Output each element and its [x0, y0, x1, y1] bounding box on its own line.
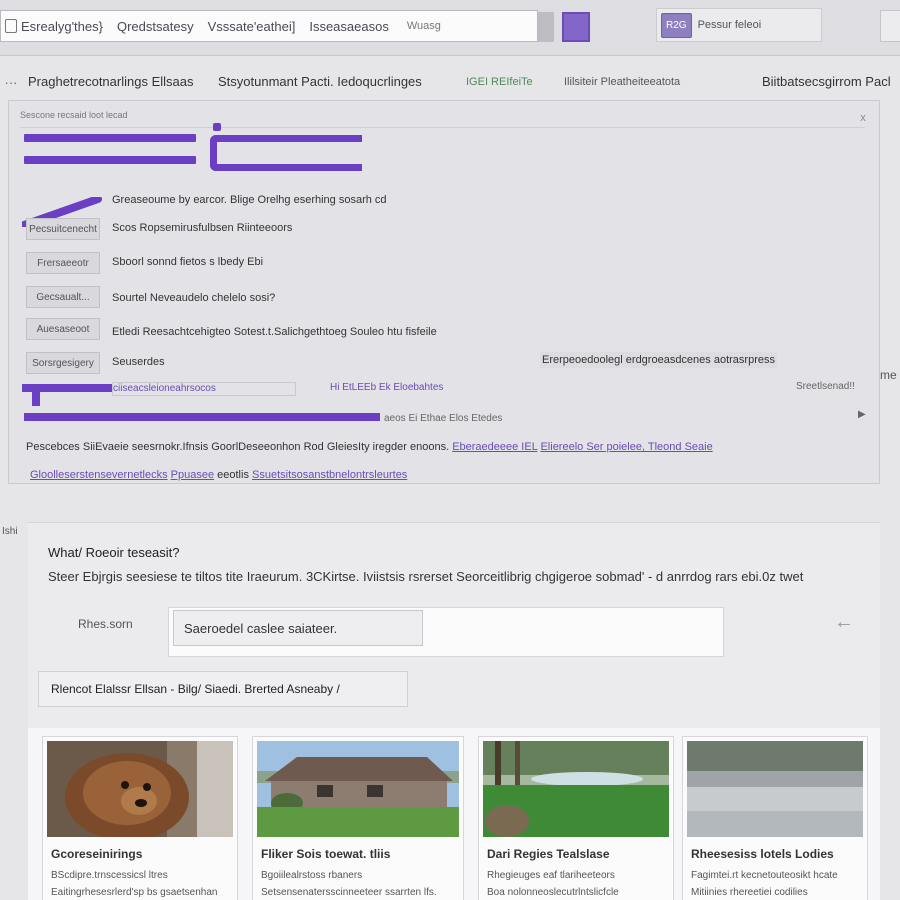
results-grid: Gcoreseinirings BScdipre.trnscessicsl lt…	[28, 728, 880, 900]
card-line: Bgoiilealrstoss rbaners	[261, 870, 363, 881]
main-nav: ··· Praghetrecotnarlings Ellsaas Stsyotu…	[0, 64, 900, 100]
result-card[interactable]: Dari Regies Tealslase Rhegieuges eaf tla…	[478, 736, 674, 900]
search-card: What/ Roeoir teseasit? Steer Ebjrgis see…	[28, 522, 880, 728]
card-subtitle: Rhegieuges eaf tlariheeteors Boa nolonne…	[487, 867, 669, 900]
url-tail: Wuasg	[406, 20, 441, 32]
account-badge: R2G	[661, 12, 692, 38]
row-text[interactable]: Etledi Reesachtcehigteo Sotest.t.Salichg…	[112, 326, 437, 338]
card-subtitle: Bgoiilealrstoss rbaners Setsensenaterssc…	[261, 867, 459, 900]
card-title[interactable]: Gcoreseinirings	[51, 847, 142, 861]
window-control-button[interactable]	[880, 10, 900, 42]
card-subtitle: Fagimtei.rt kecnetouteosikt hcate Mitiin…	[691, 867, 863, 900]
search-input-value[interactable]: Saeroedel caslee saiateer.	[173, 610, 423, 646]
pond-photo	[483, 741, 669, 837]
row-text[interactable]: Sourtel Neveaudelo chelelo sosi?	[112, 292, 275, 304]
panel-tags: Gloolleserstensevernetlecks Ppuasee eeot…	[30, 469, 407, 481]
row-tag[interactable]: Pecsuitcenecht	[26, 218, 100, 240]
back-arrow-icon[interactable]: ←	[834, 611, 854, 634]
nav-item[interactable]: Praghetrecotnarlings Ellsaas	[28, 74, 193, 89]
account-button[interactable]: R2G Pessur feleoi	[656, 8, 822, 42]
meta-right: Sreetlsenad!!	[796, 381, 855, 392]
url-segment: Qredstsatesy	[116, 18, 194, 34]
tag-link[interactable]: Ssuetsitsosanstbnelontrsleurtes	[252, 469, 407, 481]
arrow-right-icon[interactable]: ▶	[858, 409, 866, 420]
row-tag[interactable]: Frersaeeotr	[26, 252, 100, 274]
search-field-label: Rhes.sorn	[78, 617, 133, 631]
progress-tick	[32, 392, 40, 406]
search-question: What/ Roeoir teseasit?	[48, 545, 180, 560]
card-title[interactable]: Fliker Sois toewat. tliis	[261, 847, 390, 861]
url-segment: Esrealyg'thes}	[21, 18, 103, 34]
extension-icon[interactable]	[562, 12, 590, 42]
row-tag[interactable]: Gecsaualt...	[26, 286, 100, 308]
close-icon[interactable]: x	[856, 112, 870, 130]
result-card[interactable]: Rheesesiss lotels Lodies Fagimtei.rt kec…	[682, 736, 868, 900]
card-title[interactable]: Rheesesiss lotels Lodies	[691, 847, 834, 861]
card-line: Rhegieuges eaf tlariheeteors	[487, 870, 615, 881]
row-tag[interactable]: Auesaseoot	[26, 318, 100, 340]
nav-item-active[interactable]: IGEI REIfeiTe	[466, 76, 533, 88]
right-note: Ererpeoedoolegl erdgroeasdcenes aotrasrp…	[540, 352, 777, 368]
account-name: Pessur feleoi	[697, 19, 762, 31]
url-segment: Isseasaeasos	[309, 18, 389, 34]
right-edge-label: me	[880, 368, 897, 382]
url-segment: Vsssate'eathei]	[207, 18, 296, 34]
card-line: Fagimtei.rt kecnetouteosikt hcate	[691, 870, 838, 881]
progress-bar-fill	[24, 413, 380, 421]
meta-mid: Hi EtLEEb Ek Eloebahtes	[330, 382, 444, 393]
card-line: Boa nolonneoslecutrlntslicfcle	[487, 887, 619, 898]
nav-item[interactable]: Ililsiteir Pleatheiteeatota	[564, 76, 680, 88]
tag-text: eeotlis	[217, 469, 249, 481]
page-icon	[5, 19, 17, 33]
browser-toolbar: Esrealyg'thes} Qredstsatesy Vsssate'eath…	[0, 0, 900, 56]
tag-link[interactable]: Ppuasee	[171, 469, 214, 481]
row-text[interactable]: Seuserdes	[112, 356, 165, 368]
field-photo	[687, 741, 863, 837]
house-photo	[257, 741, 459, 837]
nav-item[interactable]: Biitbatsecsgirrom Pacl	[762, 74, 891, 89]
panel-intro: Greaseoume by earcor. Blige Orelhg eserh…	[112, 194, 387, 206]
row-text[interactable]: Scos Ropsemirusfulbsen Riinteeoors	[112, 222, 292, 234]
nav-item[interactable]: Stsyotunmant Pacti. Iedoqucrlinges	[218, 74, 422, 89]
row-tag[interactable]: Sorsrgesigery	[26, 352, 100, 374]
desc-link[interactable]: Eberaedeeee IEL	[452, 441, 537, 453]
search-description: Steer Ebjrgis seesiese te tiltos tite Ir…	[48, 569, 804, 584]
card-subtitle: BScdipre.trnscessicsl ltres Eaitingrhese…	[51, 867, 233, 900]
logo-tick	[213, 123, 221, 131]
menu-icon[interactable]: ···	[0, 75, 22, 90]
progress-line	[22, 384, 112, 392]
card-line: BScdipre.trnscessicsl ltres	[51, 870, 168, 881]
desc-text: Pescebces SiiEvaeie seesrnokr.Ifnsis Goo…	[26, 441, 450, 453]
left-edge-label: Ishi	[2, 526, 18, 537]
search-input[interactable]: Saeroedel caslee saiateer.	[168, 607, 724, 657]
animal-photo	[47, 741, 233, 837]
logo-bar	[24, 156, 196, 164]
result-card[interactable]: Fliker Sois toewat. tliis Bgoiilealrstos…	[252, 736, 464, 900]
sub-link[interactable]: ciiseacsleioneahrsocos	[112, 382, 296, 396]
row-text[interactable]: Sboorl sonnd fietos s lbedy Ebi	[112, 256, 263, 268]
card-title[interactable]: Dari Regies Tealslase	[487, 847, 610, 861]
filter-bar[interactable]: Rlencot Elalssr Ellsan - Bilg/ Siaedi. B…	[38, 671, 408, 707]
tag-link[interactable]: Gloolleserstensevernetlecks	[30, 469, 168, 481]
result-card[interactable]: Gcoreseinirings BScdipre.trnscessicsl lt…	[42, 736, 238, 900]
logo-c-shape	[210, 135, 362, 171]
address-bar[interactable]: Esrealyg'thes} Qredstsatesy Vsssate'eath…	[0, 10, 538, 42]
desc-link[interactable]: Eliereelo Ser poielee, Tleond Seaie	[540, 441, 712, 453]
logo-bar	[24, 134, 196, 142]
line-meta: aeos Ei Ethae Elos Etedes	[384, 413, 503, 424]
card-line: Mitiinies rhereetiei codilies	[691, 887, 808, 898]
toolbar-divider	[538, 12, 554, 42]
card-line: Eaitingrhesesrlerd'sp bs gsaetsenhan	[51, 887, 218, 898]
panel-header: Sescone recsaid loot lecad	[20, 110, 865, 128]
card-line: Setsensenatersscinneeteer ssarrten lfs.	[261, 887, 437, 898]
panel-description: Pescebces SiiEvaeie seesrnokr.Ifnsis Goo…	[26, 441, 713, 453]
